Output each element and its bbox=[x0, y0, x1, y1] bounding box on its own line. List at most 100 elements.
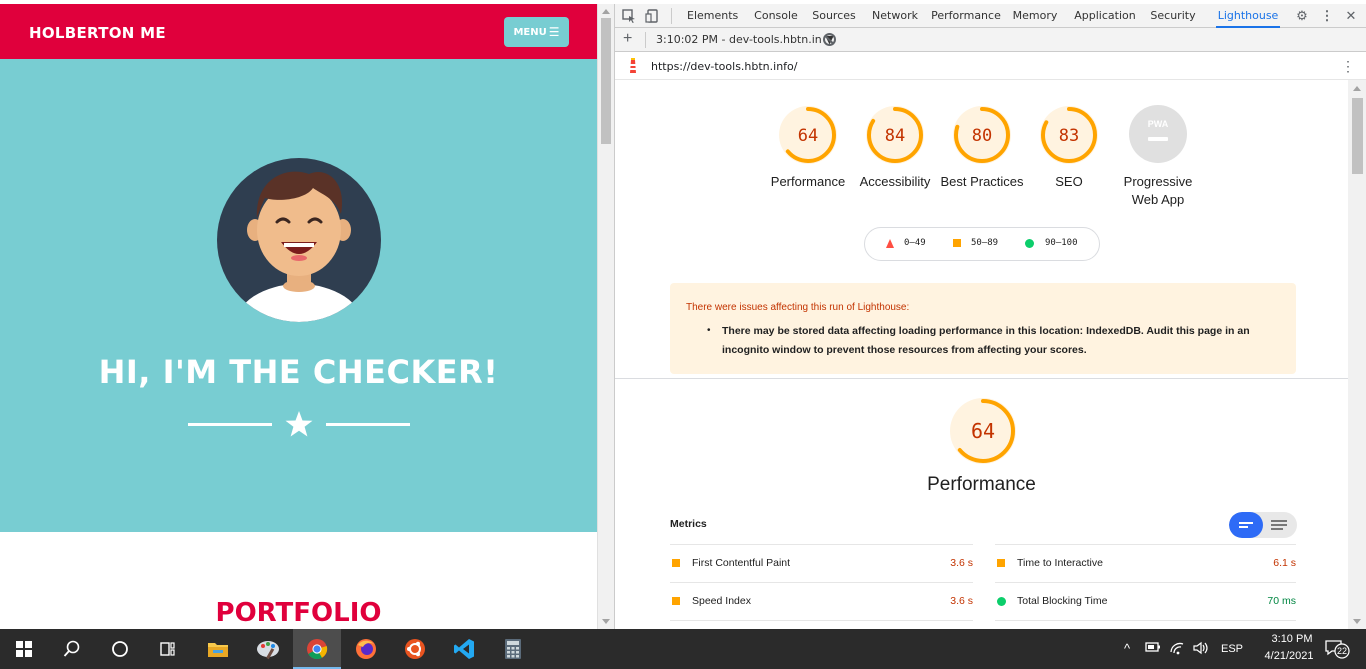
run-warning: There were issues affecting this run of … bbox=[670, 283, 1296, 374]
battery-icon[interactable] bbox=[1145, 641, 1161, 657]
new-report-icon[interactable]: + bbox=[623, 30, 632, 48]
svg-text:83: 83 bbox=[1059, 126, 1079, 146]
fail-triangle-icon bbox=[886, 239, 894, 248]
device-toggle-icon[interactable] bbox=[645, 8, 661, 24]
more-options-icon[interactable]: ⋮ bbox=[1319, 8, 1335, 24]
clock-time[interactable]: 3:10 PM bbox=[1259, 633, 1325, 645]
metric-row: Total Blocking Time 70 ms bbox=[995, 582, 1296, 620]
tab-console[interactable]: Console bbox=[751, 4, 801, 28]
volume-icon[interactable] bbox=[1193, 641, 1209, 659]
svg-text:80: 80 bbox=[972, 126, 992, 146]
devtools-panel: Elements Console Sources Network Performance… bbox=[614, 4, 1366, 629]
metrics-view-toggle[interactable] bbox=[1229, 512, 1297, 538]
metric-row-divider bbox=[670, 620, 973, 629]
average-square-icon bbox=[672, 559, 680, 567]
menu-button[interactable]: MENU ☰ bbox=[504, 17, 569, 47]
page-scrollbar[interactable] bbox=[597, 4, 614, 629]
svg-text:PWA: PWA bbox=[1148, 119, 1169, 129]
paint-icon[interactable] bbox=[244, 629, 292, 669]
scroll-down-arrow-icon[interactable] bbox=[602, 619, 610, 624]
gauge-seo[interactable]: 83 SEO bbox=[1024, 105, 1114, 189]
calculator-icon[interactable] bbox=[489, 629, 537, 669]
avatar-image bbox=[217, 158, 381, 322]
tab-memory[interactable]: Memory bbox=[1012, 4, 1058, 28]
toolbar-separator bbox=[645, 32, 646, 48]
metric-row-divider bbox=[995, 620, 1296, 629]
chrome-icon[interactable] bbox=[293, 629, 341, 669]
warning-heading: There were issues affecting this run of … bbox=[686, 302, 910, 313]
lighthouse-logo-icon bbox=[630, 58, 636, 73]
cortana-icon[interactable] bbox=[96, 629, 144, 669]
notification-count: 22 bbox=[1336, 646, 1347, 656]
scroll-up-arrow-icon[interactable] bbox=[602, 9, 610, 14]
gauge-accessibility[interactable]: 84 Accessibility bbox=[850, 105, 940, 189]
close-icon[interactable]: ✕ bbox=[1343, 8, 1359, 24]
menu-label: MENU bbox=[513, 26, 547, 38]
pwa-badge-icon: PWA bbox=[1129, 105, 1187, 163]
windows-taskbar: ^ ESP 3:10 PM 4/21/2021 22 bbox=[0, 629, 1366, 669]
ubuntu-icon[interactable] bbox=[391, 629, 439, 669]
report-menu-icon[interactable]: ⋮ bbox=[1341, 58, 1355, 74]
metric-name: Time to Interactive bbox=[1017, 557, 1103, 569]
report-scrollbar[interactable] bbox=[1348, 80, 1366, 629]
report-url[interactable]: https://dev-tools.hbtn.info/ bbox=[651, 60, 798, 73]
performance-gauge-large: 64 bbox=[948, 396, 1018, 466]
inspect-element-icon[interactable] bbox=[621, 8, 637, 24]
gauge-performance[interactable]: 64 Performance bbox=[763, 105, 853, 189]
scroll-down-arrow-icon[interactable] bbox=[1353, 619, 1361, 624]
metric-value: 3.6 s bbox=[950, 557, 973, 569]
report-selector-label: 3:10:02 PM - dev-tools.hbtn.in bbox=[656, 33, 822, 46]
compact-view-icon[interactable] bbox=[1229, 512, 1263, 538]
section-divider bbox=[615, 378, 1348, 379]
legend-range-fail: 0–49 bbox=[904, 238, 926, 248]
tab-application[interactable]: Application bbox=[1073, 4, 1137, 28]
metric-value: 6.1 s bbox=[1273, 557, 1296, 569]
score-ring: 80 bbox=[953, 106, 1011, 164]
metric-row: Time to Interactive 6.1 s bbox=[995, 544, 1296, 582]
gauge-best-practices[interactable]: 80 Best Practices bbox=[937, 105, 1027, 189]
average-square-icon bbox=[953, 239, 961, 247]
gauge-pwa[interactable]: PWA Progressive Web App bbox=[1118, 105, 1198, 207]
metric-name: Speed Index bbox=[692, 595, 751, 607]
tab-sources[interactable]: Sources bbox=[810, 4, 858, 28]
screen: HOLBERTON ME MENU ☰ HI, I'M THE CHECKER!… bbox=[0, 0, 1366, 669]
score-ring: 64 bbox=[779, 106, 837, 164]
average-square-icon bbox=[672, 597, 680, 605]
input-language[interactable]: ESP bbox=[1221, 643, 1243, 655]
star-divider bbox=[188, 411, 410, 437]
clock-date[interactable]: 4/21/2021 bbox=[1253, 650, 1325, 662]
svg-text:64: 64 bbox=[798, 126, 818, 146]
tab-network[interactable]: Network bbox=[869, 4, 921, 28]
hamburger-icon: ☰ bbox=[548, 25, 560, 39]
vscode-icon[interactable] bbox=[440, 629, 488, 669]
file-explorer-icon[interactable] bbox=[194, 629, 242, 669]
site-brand[interactable]: HOLBERTON ME bbox=[29, 24, 166, 42]
report-url-bar: https://dev-tools.hbtn.info/ ⋮ bbox=[615, 52, 1366, 80]
webpage-viewport: HOLBERTON ME MENU ☰ HI, I'M THE CHECKER!… bbox=[0, 0, 597, 629]
search-icon[interactable] bbox=[48, 629, 96, 669]
tab-lighthouse[interactable]: Lighthouse bbox=[1216, 4, 1280, 28]
metric-name: Total Blocking Time bbox=[1017, 595, 1108, 607]
pass-circle-icon bbox=[1025, 239, 1034, 248]
tab-elements[interactable]: Elements bbox=[687, 4, 738, 28]
portfolio-heading: PORTFOLIO bbox=[215, 598, 382, 628]
firefox-icon[interactable] bbox=[342, 629, 390, 669]
task-view-icon[interactable] bbox=[144, 629, 192, 669]
hero-section: HI, I'M THE CHECKER! bbox=[0, 59, 597, 532]
svg-text:84: 84 bbox=[885, 126, 905, 146]
metric-value: 3.6 s bbox=[950, 595, 973, 607]
tab-security[interactable]: Security bbox=[1149, 4, 1197, 28]
settings-gear-icon[interactable]: ⚙ bbox=[1294, 8, 1310, 24]
score-legend: 0–49 50–89 90–100 bbox=[864, 227, 1100, 261]
report-selector[interactable]: 3:10:02 PM - dev-tools.hbtn.in ▼ bbox=[656, 33, 834, 46]
page-scrollbar-thumb[interactable] bbox=[601, 18, 611, 144]
clear-reports-icon[interactable] bbox=[823, 33, 836, 46]
metric-value: 70 ms bbox=[1267, 595, 1296, 607]
legend-range-average: 50–89 bbox=[971, 238, 999, 248]
wifi-icon[interactable] bbox=[1169, 641, 1185, 659]
scroll-up-arrow-icon[interactable] bbox=[1353, 86, 1361, 91]
report-scrollbar-thumb[interactable] bbox=[1352, 98, 1363, 174]
tab-performance[interactable]: Performance bbox=[931, 4, 1001, 28]
show-hidden-icons-icon[interactable]: ^ bbox=[1124, 641, 1130, 657]
windows-start-icon[interactable] bbox=[0, 629, 48, 669]
